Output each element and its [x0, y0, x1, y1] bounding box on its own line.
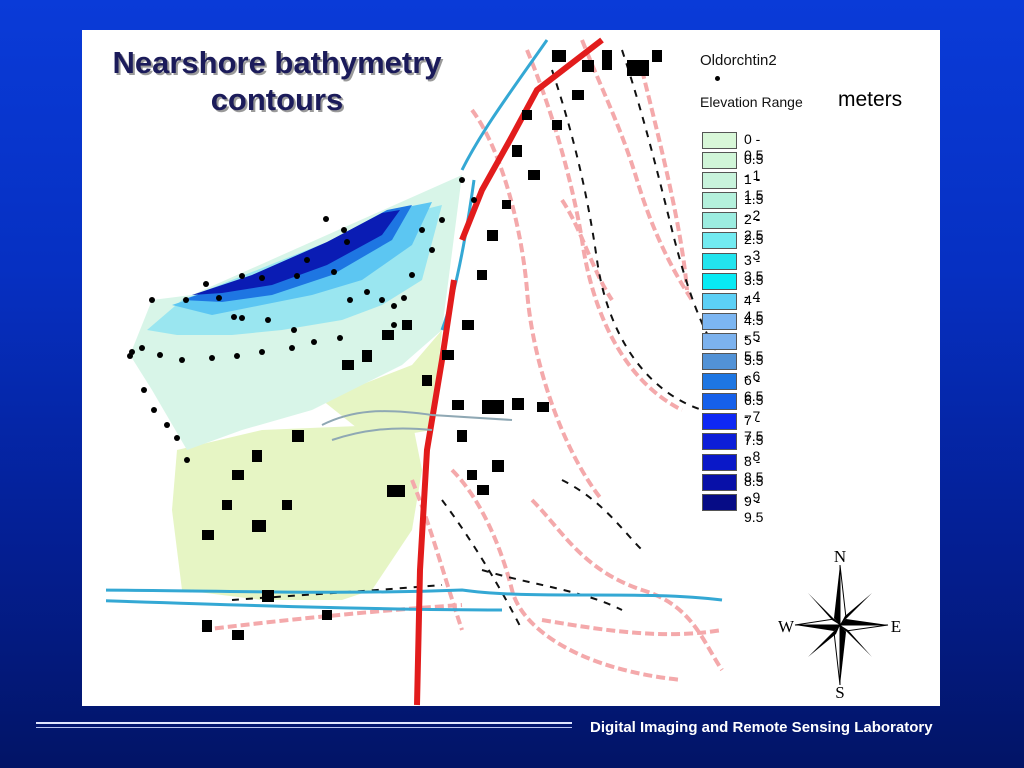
blank-area	[82, 580, 106, 660]
legend-range-label: Elevation Range	[700, 94, 803, 110]
legend-swatch	[702, 252, 737, 270]
legend-swatch	[702, 332, 737, 350]
legend-swatch	[702, 413, 737, 431]
legend-swatch	[702, 132, 737, 149]
land-area	[172, 420, 422, 600]
legend-swatch	[702, 152, 737, 170]
map-panel: Nearshore bathymetry contours Oldorchtin…	[82, 30, 940, 706]
compass-south: S	[835, 683, 844, 700]
footer-rule	[36, 722, 572, 724]
legend-swatch	[702, 433, 737, 451]
legend-units: meters	[838, 88, 903, 111]
legend-swatch	[702, 232, 737, 250]
legend-swatch	[702, 312, 737, 330]
title-line-1: Nearshore bathymetry	[112, 45, 442, 80]
road	[414, 37, 604, 706]
compass-star-icon	[794, 564, 889, 686]
footer-lab-name: Digital Imaging and Remote Sensing Labor…	[590, 719, 933, 736]
legend-swatch	[702, 172, 737, 190]
legend-layer-name: Oldorchtin2	[700, 52, 777, 69]
title-line-2: contours	[210, 82, 344, 117]
legend-swatch	[702, 373, 737, 391]
compass-rose: N S W E	[778, 550, 901, 700]
compass-west: W	[778, 617, 795, 636]
legend-swatch	[702, 353, 737, 371]
footer-rule-secondary	[36, 727, 572, 728]
legend-swatch	[702, 292, 737, 310]
legend-swatch	[702, 493, 737, 511]
legend-swatch	[702, 473, 737, 491]
legend-swatch	[702, 192, 737, 210]
legend-point-symbol	[715, 76, 720, 81]
legend-swatch	[702, 393, 737, 411]
slide-title: Nearshore bathymetry contours	[92, 44, 462, 118]
legend-swatch	[702, 212, 737, 230]
slide: { "slide": { "title_lines": ["Nearshore …	[0, 0, 1024, 768]
legend-swatch	[702, 453, 737, 471]
compass-east: E	[891, 617, 901, 636]
legend-range-value: 9 - 9.5	[744, 492, 764, 525]
legend-swatch	[702, 272, 737, 290]
compass-north: N	[834, 550, 846, 566]
